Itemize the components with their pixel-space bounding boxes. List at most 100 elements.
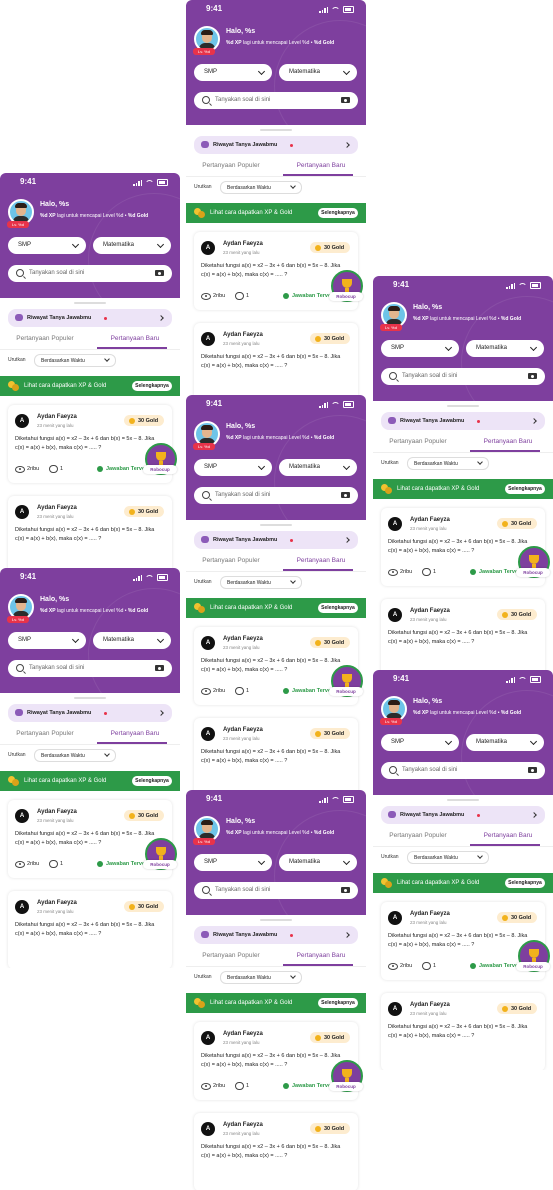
robocup-button[interactable]: Robocup <box>143 443 177 475</box>
question-card[interactable]: A Aydan Faeyza 23 menit yang lalu 30 Gol… <box>381 599 545 676</box>
camera-icon[interactable] <box>341 492 350 498</box>
subject-select[interactable]: Matematika <box>466 340 544 357</box>
drag-handle[interactable] <box>260 919 292 921</box>
subject-select[interactable]: Matematika <box>279 854 357 871</box>
history-button[interactable]: Riwayat Tanya Jawabmu <box>381 412 545 430</box>
tab-new[interactable]: Pertanyaan Baru <box>90 335 180 342</box>
camera-icon[interactable] <box>528 767 537 773</box>
tab-new[interactable]: Pertanyaan Baru <box>463 438 553 445</box>
tab-new[interactable]: Pertanyaan Baru <box>463 832 553 839</box>
signal-icon <box>133 574 142 581</box>
banner-text: Lihat cara dapatkan XP & Gold <box>24 778 107 784</box>
battery-icon <box>530 676 541 683</box>
drag-handle[interactable] <box>74 302 106 304</box>
level-select[interactable]: SMP <box>8 632 86 649</box>
robocup-label: Robocup <box>329 1082 363 1091</box>
tab-popular[interactable]: Pertanyaan Populer <box>186 952 276 959</box>
status-bar: 9:41 <box>0 177 180 191</box>
drag-handle[interactable] <box>447 405 479 407</box>
question-card[interactable]: A Aydan Faeyza 23 menit yang lalu 30 Gol… <box>194 1113 358 1190</box>
question-card[interactable]: A Aydan Faeyza 23 menit yang lalu 30 Gol… <box>194 323 358 400</box>
subject-select[interactable]: Matematika <box>279 459 357 476</box>
search-input[interactable]: Tanyakan soal di sini <box>194 92 358 109</box>
tab-popular[interactable]: Pertanyaan Populer <box>186 557 276 564</box>
search-input[interactable]: Tanyakan soal di sini <box>194 882 358 899</box>
subject-select[interactable]: Matematika <box>93 632 171 649</box>
robocup-button[interactable]: Robocup <box>329 665 363 697</box>
camera-icon[interactable] <box>155 270 164 276</box>
drag-handle[interactable] <box>260 129 292 131</box>
subject-select[interactable]: Matematika <box>279 64 357 81</box>
level-select[interactable]: SMP <box>381 340 459 357</box>
sort-select[interactable]: Berdasarkan Waktu <box>34 749 116 762</box>
camera-icon[interactable] <box>528 373 537 379</box>
subject-select[interactable]: Matematika <box>93 237 171 254</box>
history-button[interactable]: Riwayat Tanya Jawabmu <box>194 136 358 154</box>
search-input[interactable]: Tanyakan soal di sini <box>8 660 172 677</box>
tab-popular[interactable]: Pertanyaan Populer <box>373 438 463 445</box>
drag-handle[interactable] <box>447 799 479 801</box>
question-card[interactable]: A Aydan Faeyza 23 menit yang lalu 30 Gol… <box>8 891 172 968</box>
tab-popular[interactable]: Pertanyaan Populer <box>0 335 90 342</box>
reward-badge: 30 Gold <box>310 728 350 739</box>
question-card[interactable]: A Aydan Faeyza 23 menit yang lalu 30 Gol… <box>194 718 358 795</box>
robocup-button[interactable]: Robocup <box>329 270 363 302</box>
see-more-button[interactable]: Selengkapnya <box>318 208 358 218</box>
tab-new[interactable]: Pertanyaan Baru <box>276 952 366 959</box>
tab-popular[interactable]: Pertanyaan Populer <box>0 730 90 737</box>
sort-select[interactable]: Berdasarkan Waktu <box>34 354 116 367</box>
asker-avatar: A <box>388 608 402 622</box>
views-count: 2ribu <box>27 861 40 867</box>
camera-icon[interactable] <box>341 97 350 103</box>
robocup-button[interactable]: Robocup <box>329 1060 363 1092</box>
robocup-button[interactable]: Robocup <box>516 940 550 972</box>
sort-select[interactable]: Berdasarkan Waktu <box>220 181 302 194</box>
history-button[interactable]: Riwayat Tanya Jawabmu <box>381 806 545 824</box>
tab-new[interactable]: Pertanyaan Baru <box>276 162 366 169</box>
subject-select[interactable]: Matematika <box>466 734 544 751</box>
see-more-button[interactable]: Selengkapnya <box>318 603 358 613</box>
robocup-button[interactable]: Robocup <box>143 838 177 870</box>
see-more-button[interactable]: Selengkapnya <box>505 878 545 888</box>
history-button[interactable]: Riwayat Tanya Jawabmu <box>194 926 358 944</box>
see-more-button[interactable]: Selengkapnya <box>505 484 545 494</box>
tab-popular[interactable]: Pertanyaan Populer <box>186 162 276 169</box>
question-card[interactable]: A Aydan Faeyza 23 menit yang lalu 30 Gol… <box>381 993 545 1070</box>
tab-new[interactable]: Pertanyaan Baru <box>90 730 180 737</box>
robocup-button[interactable]: Robocup <box>516 546 550 578</box>
drag-handle[interactable] <box>74 697 106 699</box>
search-input[interactable]: Tanyakan soal di sini <box>8 265 172 282</box>
robocup-label: Robocup <box>516 568 550 577</box>
sort-select[interactable]: Berdasarkan Waktu <box>407 851 489 864</box>
sort-select[interactable]: Berdasarkan Waktu <box>220 971 302 984</box>
comment-icon <box>235 292 244 300</box>
sort-select[interactable]: Berdasarkan Waktu <box>220 576 302 589</box>
sort-label: Urutkan <box>8 752 26 758</box>
chevron-down-icon <box>342 67 351 76</box>
sort-select[interactable]: Berdasarkan Waktu <box>407 457 489 470</box>
drag-handle[interactable] <box>260 524 292 526</box>
search-input[interactable]: Tanyakan soal di sini <box>194 487 358 504</box>
history-button[interactable]: Riwayat Tanya Jawabmu <box>194 531 358 549</box>
reward-badge: 30 Gold <box>497 1003 537 1014</box>
history-button[interactable]: Riwayat Tanya Jawabmu <box>8 309 172 327</box>
level-select[interactable]: SMP <box>381 734 459 751</box>
history-label: Riwayat Tanya Jawabmu <box>27 315 92 321</box>
camera-icon[interactable] <box>341 887 350 893</box>
tab-popular[interactable]: Pertanyaan Populer <box>373 832 463 839</box>
level-select[interactable]: SMP <box>8 237 86 254</box>
history-button[interactable]: Riwayat Tanya Jawabmu <box>8 704 172 722</box>
see-more-button[interactable]: Selengkapnya <box>132 381 172 391</box>
tab-new[interactable]: Pertanyaan Baru <box>276 557 366 564</box>
level-select[interactable]: SMP <box>194 459 272 476</box>
see-more-button[interactable]: Selengkapnya <box>318 998 358 1008</box>
question-card[interactable]: A Aydan Faeyza 23 menit yang lalu 30 Gol… <box>8 496 172 573</box>
see-more-button[interactable]: Selengkapnya <box>132 776 172 786</box>
status-icons <box>506 676 541 683</box>
search-input[interactable]: Tanyakan soal di sini <box>381 762 545 779</box>
reward-badge: 30 Gold <box>124 901 164 912</box>
level-select[interactable]: SMP <box>194 854 272 871</box>
search-input[interactable]: Tanyakan soal di sini <box>381 368 545 385</box>
camera-icon[interactable] <box>155 665 164 671</box>
level-select[interactable]: SMP <box>194 64 272 81</box>
